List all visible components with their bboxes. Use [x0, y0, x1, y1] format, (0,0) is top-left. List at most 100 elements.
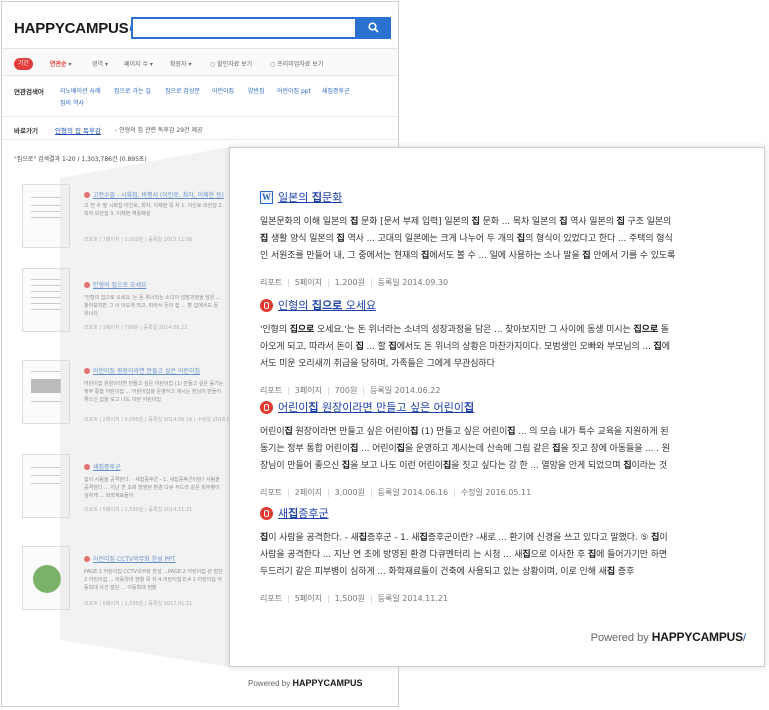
snippet-text: 증후군이란? -새로 ... 환기에 신경을 쓰고 있다고 말했다. ⑤ [427, 533, 652, 543]
snippet-line: '인형의 집으로 오세요.'는 돈 위너라는 소녀의 성장과정을 담은 ... … [260, 322, 740, 339]
meta-field: 5페이지 [282, 278, 322, 287]
snippet-text: 에 [661, 342, 670, 352]
result-title-link[interactable]: 어린이집 원장이라면 만들고 싶은 어린이집 [278, 399, 474, 415]
meta-field: 등록일 2014.06.22 [357, 386, 440, 395]
title-text: 문화 [321, 191, 343, 204]
title-text: 새 [278, 507, 289, 520]
word-doc-icon: W [260, 190, 273, 204]
result-snippet: 어린이집 원장이라면 만들고 싶은 어린이집 (1) 만들고 싶은 어린이집 .… [260, 424, 740, 476]
title-text: 오세요 [342, 299, 377, 312]
title-text: 인형의 [278, 299, 312, 312]
result-meta: 리포트5페이지1,200원등록일 2014.09.30 [260, 277, 740, 288]
meta-field: 리포트 [260, 278, 283, 287]
result-meta: 리포트2페이지3,000원등록일 2014.06.16수정일 2016.05.1… [260, 487, 740, 498]
snippet-text: 생활 양식 일본의 [268, 234, 337, 244]
result-item[interactable]: 새집증후군 집이 사람을 공격한다. - 새집증후군 - 1. 새집증후군이란?… [260, 504, 740, 604]
snippet-text: 역사 ... 고대의 일본에는 크게 나누어 두 개의 [344, 234, 517, 244]
result-item[interactable]: W 일본의 집문화 일본문화의 이해 일본의 집 문화 [문서 부제 입력] 일… [260, 188, 740, 288]
keyword-highlight: 집 [308, 401, 319, 414]
keyword-highlight: 집 [464, 401, 475, 414]
keyword-highlight: 집 [260, 234, 269, 244]
result-title-link[interactable]: 새집증후군 [278, 505, 329, 521]
result-title-link[interactable]: 일본의 집문화 [278, 189, 342, 205]
result-snippet: 일본문화의 이해 일본의 집 문화 [문서 부제 입력] 일본의 집 문화 ..… [260, 214, 740, 266]
meta-field: 리포트 [260, 488, 283, 497]
powered-by-footer: Powered by HAPPYCAMPUS/ [590, 630, 746, 644]
snippet-text: 오세요.'는 돈 위너라는 소녀의 성장과정을 담은 ... 찾아보지만 그 사… [314, 325, 634, 335]
keyword-highlight: 집 [419, 533, 428, 543]
keyword-highlight: 집 [284, 427, 293, 437]
snippet-text: ... 어린이 [358, 444, 397, 454]
snippet-text: 어린이 [260, 427, 285, 437]
snippet-text: 인 서원조를 만들어 내, 그 중에서는 현재의 [260, 251, 422, 261]
snippet-line: 장님이 만들어 좋으신 집을 보고 나도 이런 어린이집을 짓고 싶다는 강 한… [260, 458, 740, 475]
meta-field: 수정일 2016.05.11 [448, 488, 531, 497]
keyword-highlight: 집으로 [289, 325, 315, 335]
snippet-line: 동기는 정부 통합 어린이집 ... 어린이집을 운영하고 계시는데 산속에 그… [260, 441, 740, 458]
keyword-highlight: 집으로 [633, 325, 659, 335]
meta-field: 1,200원 [322, 278, 365, 287]
result-snippet: '인형의 집으로 오세요.'는 돈 위너라는 소녀의 성장과정을 담은 ... … [260, 322, 740, 374]
keyword-highlight: 집 [471, 217, 480, 227]
pdf-doc-icon [260, 400, 273, 414]
snippet-text: 원장이라면 만들고 싶은 어린이 [292, 427, 411, 437]
snippet-text: 동기는 정부 통합 어린이 [260, 444, 351, 454]
snippet-text: 의 형식이 있었다고 한다 ... 주택의 형식 [525, 234, 673, 244]
title-text: 일본의 [278, 191, 312, 204]
snippet-text: 에서도 돈 위너의 상황은 마찬가지이다. 모범생인 오빠와 부모님의 ... [396, 342, 654, 352]
snippet-line: 집 생활 양식 일본의 집 역사 ... 고대의 일본에는 크게 나누어 두 개… [260, 231, 740, 248]
snippet-text: 으로 이사한 후 [530, 550, 588, 560]
snippet-text: 이라는 것 [631, 461, 668, 471]
keyword-highlight: 집 [336, 234, 345, 244]
result-meta: 리포트5페이지1,500원등록일 2014.11.21 [260, 593, 740, 604]
snippet-line: 어린이집 원장이라면 만들고 싶은 어린이집 (1) 만들고 싶은 어린이집 .… [260, 424, 740, 441]
keyword-highlight: 집 [623, 461, 632, 471]
snippet-line: 두드러기 같은 피부병이 심하게 ... 화학재료들이 건축에 사용되고 있는 … [260, 564, 740, 581]
snippet-text: 안에서 기를 수 있도록 [590, 251, 676, 261]
keyword-highlight: 집 [358, 533, 367, 543]
keyword-highlight: 집 [442, 461, 452, 471]
snippet-line: 일본문화의 이해 일본의 집 문화 [문서 부제 입력] 일본의 집 문화 ..… [260, 214, 740, 231]
snippet-text: ... 할 [363, 342, 389, 352]
keyword-highlight: 집 [260, 533, 269, 543]
snippet-line: 서도 미운 오리새끼 취급을 당하며, 가족들은 그에게 무관심하다 [260, 356, 740, 373]
result-item[interactable]: 어린이집 원장이라면 만들고 싶은 어린이집 어린이집 원장이라면 만들고 싶은… [260, 398, 740, 498]
keyword-highlight: 집 [522, 550, 531, 560]
snippet-text: 문화 [문서 부제 입력] 일본의 [358, 217, 472, 227]
snippet-text: (1) 만들고 싶은 어린이 [418, 427, 508, 437]
meta-field: 1,500원 [322, 594, 365, 603]
meta-field: 등록일 2014.11.21 [365, 594, 448, 603]
meta-field: 3페이지 [282, 386, 322, 395]
keyword-highlight: 집 [396, 444, 405, 454]
snippet-text: 서도 미운 오리새끼 취급을 당하며, 가족들은 그에게 무관심하다 [260, 359, 495, 369]
meta-field: 등록일 2014.06.16 [365, 488, 448, 497]
result-title-link[interactable]: 인형의 집으로 오세요 [278, 297, 376, 313]
keyword-highlight: 집 [653, 342, 662, 352]
snippet-text: 이 [659, 533, 668, 543]
snippet-text: 에 들어가기만 하면 [596, 550, 668, 560]
meta-field: 5페이지 [282, 594, 322, 603]
snippet-text: 사람을 공격한다 ... 지난 연 초에 방영된 환경 다큐멘터리 는 시청 .… [260, 550, 523, 560]
meta-field: 2페이지 [282, 488, 322, 497]
snippet-line: 집이 사람을 공격한다. - 새집증후군 - 1. 새집증후군이란? -새로 .… [260, 530, 740, 547]
title-text: 증후군 [298, 507, 329, 520]
snippet-text: 을 짓고 싶다는 강 한 ... 열망을 안게 되었으며 [451, 461, 624, 471]
snippet-text: 장님이 만들어 좋으신 [260, 461, 342, 471]
result-item[interactable]: 인형의 집으로 오세요 '인형의 집으로 오세요.'는 돈 위너라는 소녀의 성… [260, 296, 740, 396]
keyword-highlight: 집 [288, 507, 299, 520]
meta-field: 리포트 [260, 594, 283, 603]
snippet-text: ... 의 모습 내가 특수 교육을 지원하게 된 [515, 427, 669, 437]
title-text: 어린이 [278, 401, 309, 414]
keyword-highlight: 집 [606, 567, 616, 577]
meta-field: 3,000원 [322, 488, 365, 497]
snippet-text: 돌 [658, 325, 669, 335]
meta-field: 리포트 [260, 386, 283, 395]
title-text: 원장이라면 만들고 싶은 어린이 [318, 401, 465, 414]
keyword-highlight: 집 [587, 550, 597, 560]
snippet-line: 아오게 되고, 따라서 돈이 집 ... 할 집에서도 돈 위너의 상황은 마찬… [260, 339, 740, 356]
snippet-text: 을 짓고 장에 아동들을 ... . 원 [560, 444, 670, 454]
snippet-text: '인형의 [260, 325, 290, 335]
snippet-text: 증후군 - 1. 새 [366, 533, 420, 543]
snippet-text: 에서도 볼 수 ... 일에 사용하는 소나 말을 [429, 251, 583, 261]
meta-field: 700원 [322, 386, 357, 395]
